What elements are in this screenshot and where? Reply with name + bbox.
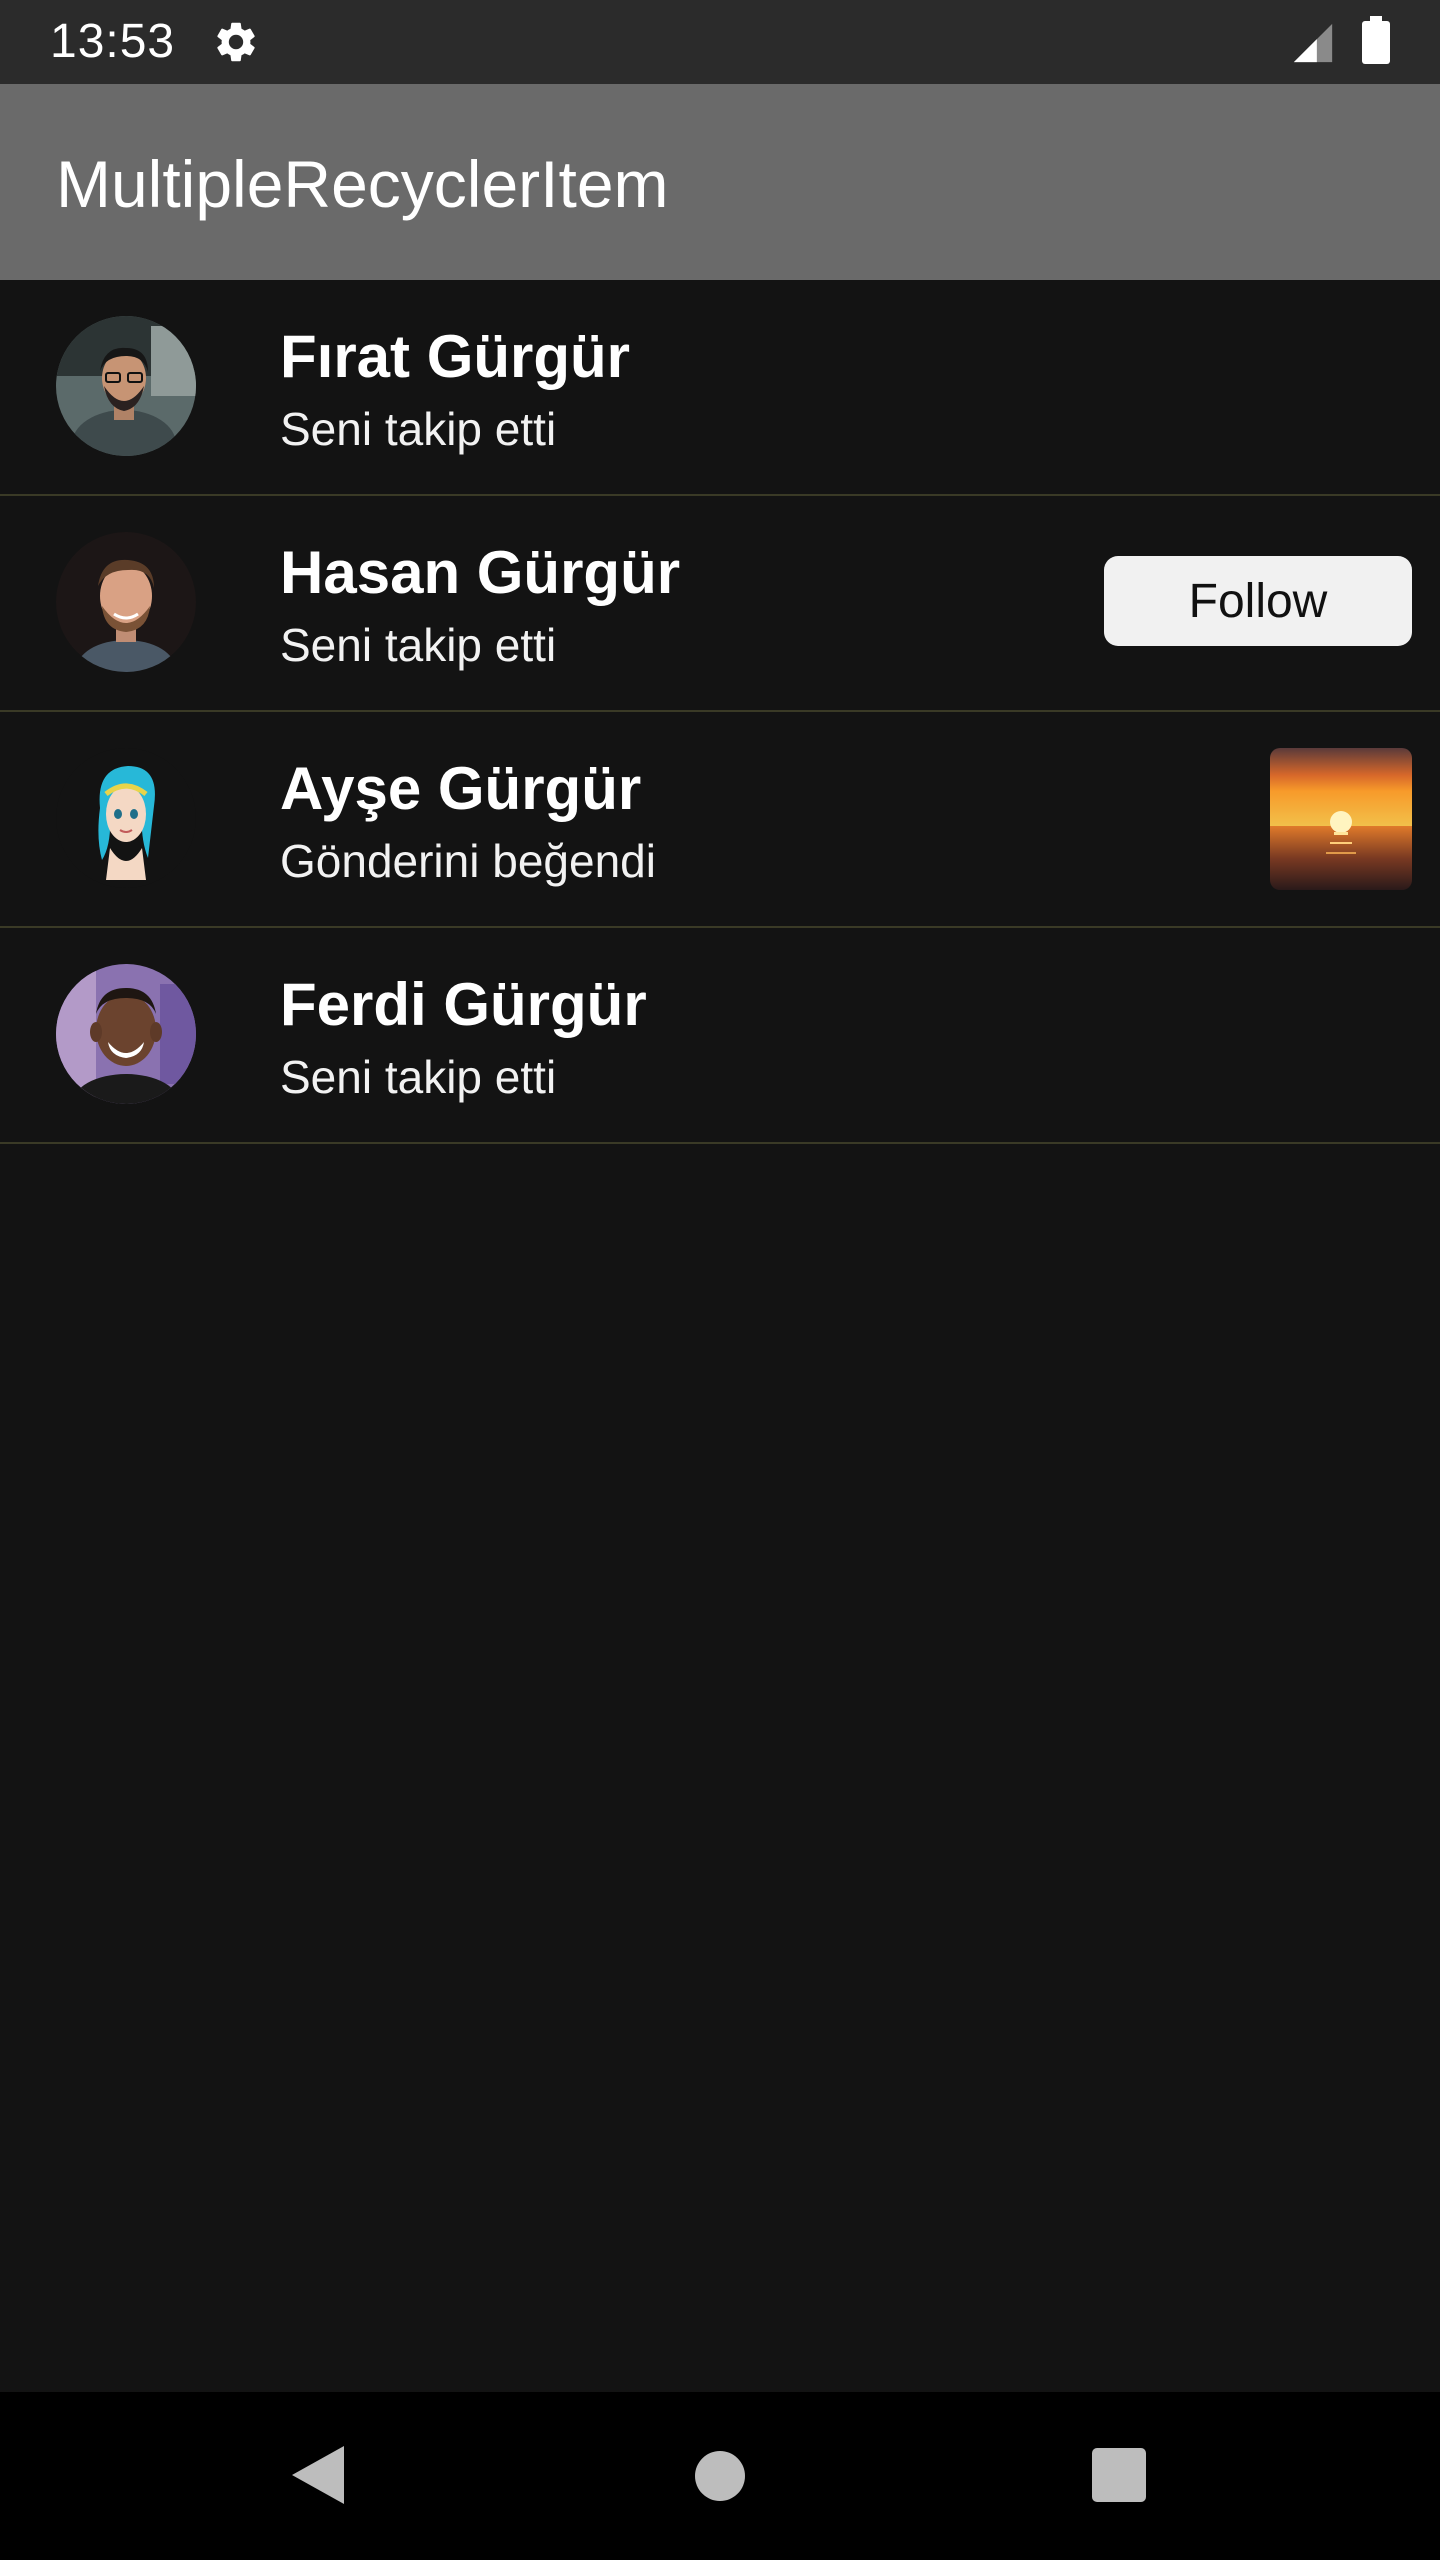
activity-text: Seni takip etti [280, 619, 557, 671]
status-bar: 13:53 [0, 0, 1440, 84]
activity-text: Seni takip etti [280, 403, 557, 455]
notification-list: Fırat Gürgür Seni takip etti Hasan Gürgü… [0, 280, 1440, 1144]
avatar-cartoon-girl[interactable] [56, 748, 196, 888]
follow-button[interactable]: Follow [1104, 556, 1412, 646]
activity-text: Seni takip etti [280, 1051, 557, 1103]
signal-icon [1290, 20, 1336, 66]
avatar-man-beard[interactable] [56, 532, 196, 672]
home-icon[interactable] [694, 2450, 746, 2502]
back-icon[interactable] [290, 2444, 346, 2506]
app-title: MultipleRecyclerItem [56, 147, 669, 221]
list-item[interactable]: Fırat Gürgür Seni takip etti [0, 280, 1440, 496]
activity-text: Gönderini beğendi [280, 835, 656, 887]
list-item[interactable]: Ferdi Gürgür Seni takip etti [0, 928, 1440, 1144]
gear-icon [212, 18, 260, 66]
user-name: Ayşe Gürgür [280, 755, 642, 822]
navigation-bar [0, 2392, 1440, 2560]
app-bar: MultipleRecyclerItem [0, 84, 1440, 280]
post-thumbnail-sunset[interactable] [1270, 748, 1412, 890]
avatar-man-smiling[interactable] [56, 964, 196, 1104]
recents-icon[interactable] [1092, 2448, 1146, 2502]
user-name: Ferdi Gürgür [280, 971, 647, 1038]
status-time: 13:53 [50, 15, 176, 68]
avatar-man-glasses[interactable] [56, 316, 196, 456]
user-name: Fırat Gürgür [280, 323, 631, 390]
screen: 13:53 MultipleRecyclerItem Fırat Gürgür … [0, 0, 1440, 2560]
battery-icon [1362, 16, 1390, 64]
list-item[interactable]: Ayşe Gürgür Gönderini beğendi [0, 712, 1440, 928]
list-item[interactable]: Hasan Gürgür Seni takip etti Follow [0, 496, 1440, 712]
user-name: Hasan Gürgür [280, 539, 681, 606]
